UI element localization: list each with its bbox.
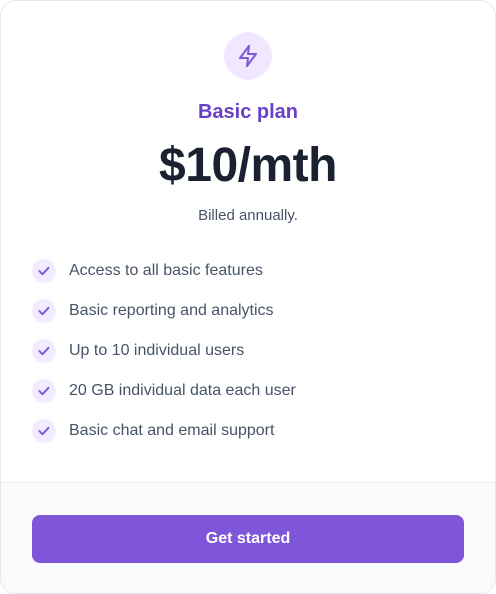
- feature-item: Up to 10 individual users: [32, 338, 472, 364]
- feature-label: Access to all basic features: [69, 262, 263, 279]
- check-icon: [32, 419, 56, 443]
- feature-label: 20 GB individual data each user: [69, 382, 296, 399]
- get-started-button[interactable]: Get started: [32, 515, 464, 563]
- pricing-card-header: Basic plan $10/mth Billed annually. Acce…: [1, 1, 495, 482]
- feature-item: Basic chat and email support: [32, 418, 472, 444]
- feature-item: Access to all basic features: [32, 258, 472, 284]
- plan-icon: [224, 32, 272, 80]
- lightning-bolt-icon: [239, 45, 257, 67]
- plan-name: Basic plan: [197, 101, 299, 123]
- plan-price: $10/mth: [159, 139, 337, 192]
- check-icon: [32, 379, 56, 403]
- pricing-card-footer: Get started: [1, 482, 495, 593]
- feature-label: Basic chat and email support: [69, 422, 275, 439]
- feature-label: Up to 10 individual users: [69, 342, 245, 359]
- feature-item: 20 GB individual data each user: [32, 378, 472, 404]
- check-icon: [32, 339, 56, 363]
- check-icon: [32, 259, 56, 283]
- feature-item: Basic reporting and analytics: [32, 298, 472, 324]
- feature-list: Access to all basic features Basic repor…: [32, 258, 472, 458]
- check-icon: [32, 299, 56, 323]
- pricing-card: Basic plan $10/mth Billed annually. Acce…: [0, 0, 496, 594]
- plan-billing-note: Billed annually.: [198, 207, 298, 224]
- feature-label: Basic reporting and analytics: [69, 302, 274, 319]
